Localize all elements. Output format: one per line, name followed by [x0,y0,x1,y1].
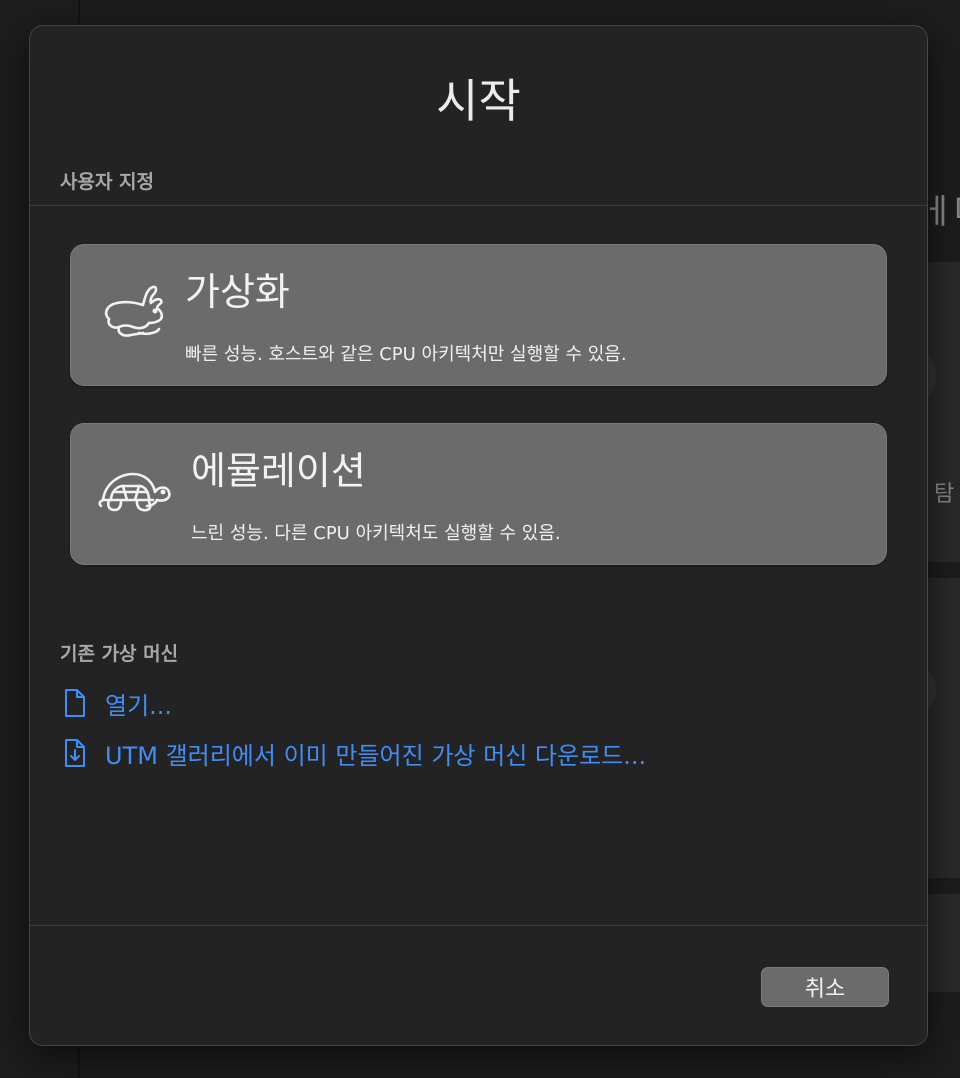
cancel-button[interactable]: 취소 [761,967,889,1007]
background-card-1 [926,262,960,562]
gallery-download-link-label: UTM 갤러리에서 이미 만들어진 가상 머신 다운로드... [105,741,647,770]
emulate-option-button[interactable]: 에뮬레이션 느린 성능. 다른 CPU 아키텍처도 실행할 수 있음. [70,423,887,565]
virtualize-description: 빠른 성능. 호스트와 같은 CPU 아키텍처만 실행할 수 있음. [185,344,627,365]
open-link[interactable]: 열기... [62,687,173,720]
start-dialog: 시작 사용자 지정 가상화 빠른 성능. 호스트와 같은 CPU 아키텍처만 실… [29,25,928,1046]
virtualize-title: 가상화 [185,270,290,314]
footer-divider [30,925,927,926]
background-card-2 [926,578,960,878]
open-link-label: 열기... [105,691,173,720]
dialog-title: 시작 [436,74,521,128]
gallery-download-link[interactable]: UTM 갤러리에서 이미 만들어진 가상 머신 다운로드... [62,737,647,770]
document-icon [65,689,85,717]
turtle-icon [98,472,171,512]
background-label-fragment: 탐 [934,482,955,507]
rabbit-icon [104,285,164,337]
virtualize-option-button[interactable]: 가상화 빠른 성능. 호스트와 같은 CPU 아키텍처만 실행할 수 있음. [70,244,887,386]
download-document-icon [65,739,85,767]
emulate-description: 느린 성능. 다른 CPU 아키텍처도 실행할 수 있음. [191,523,561,544]
existing-section-label: 기존 가상 머신 [60,643,179,665]
section-divider [30,205,927,206]
emulate-title: 에뮬레이션 [191,449,366,493]
custom-section-label: 사용자 지정 [60,171,155,193]
background-card-3 [926,894,960,992]
